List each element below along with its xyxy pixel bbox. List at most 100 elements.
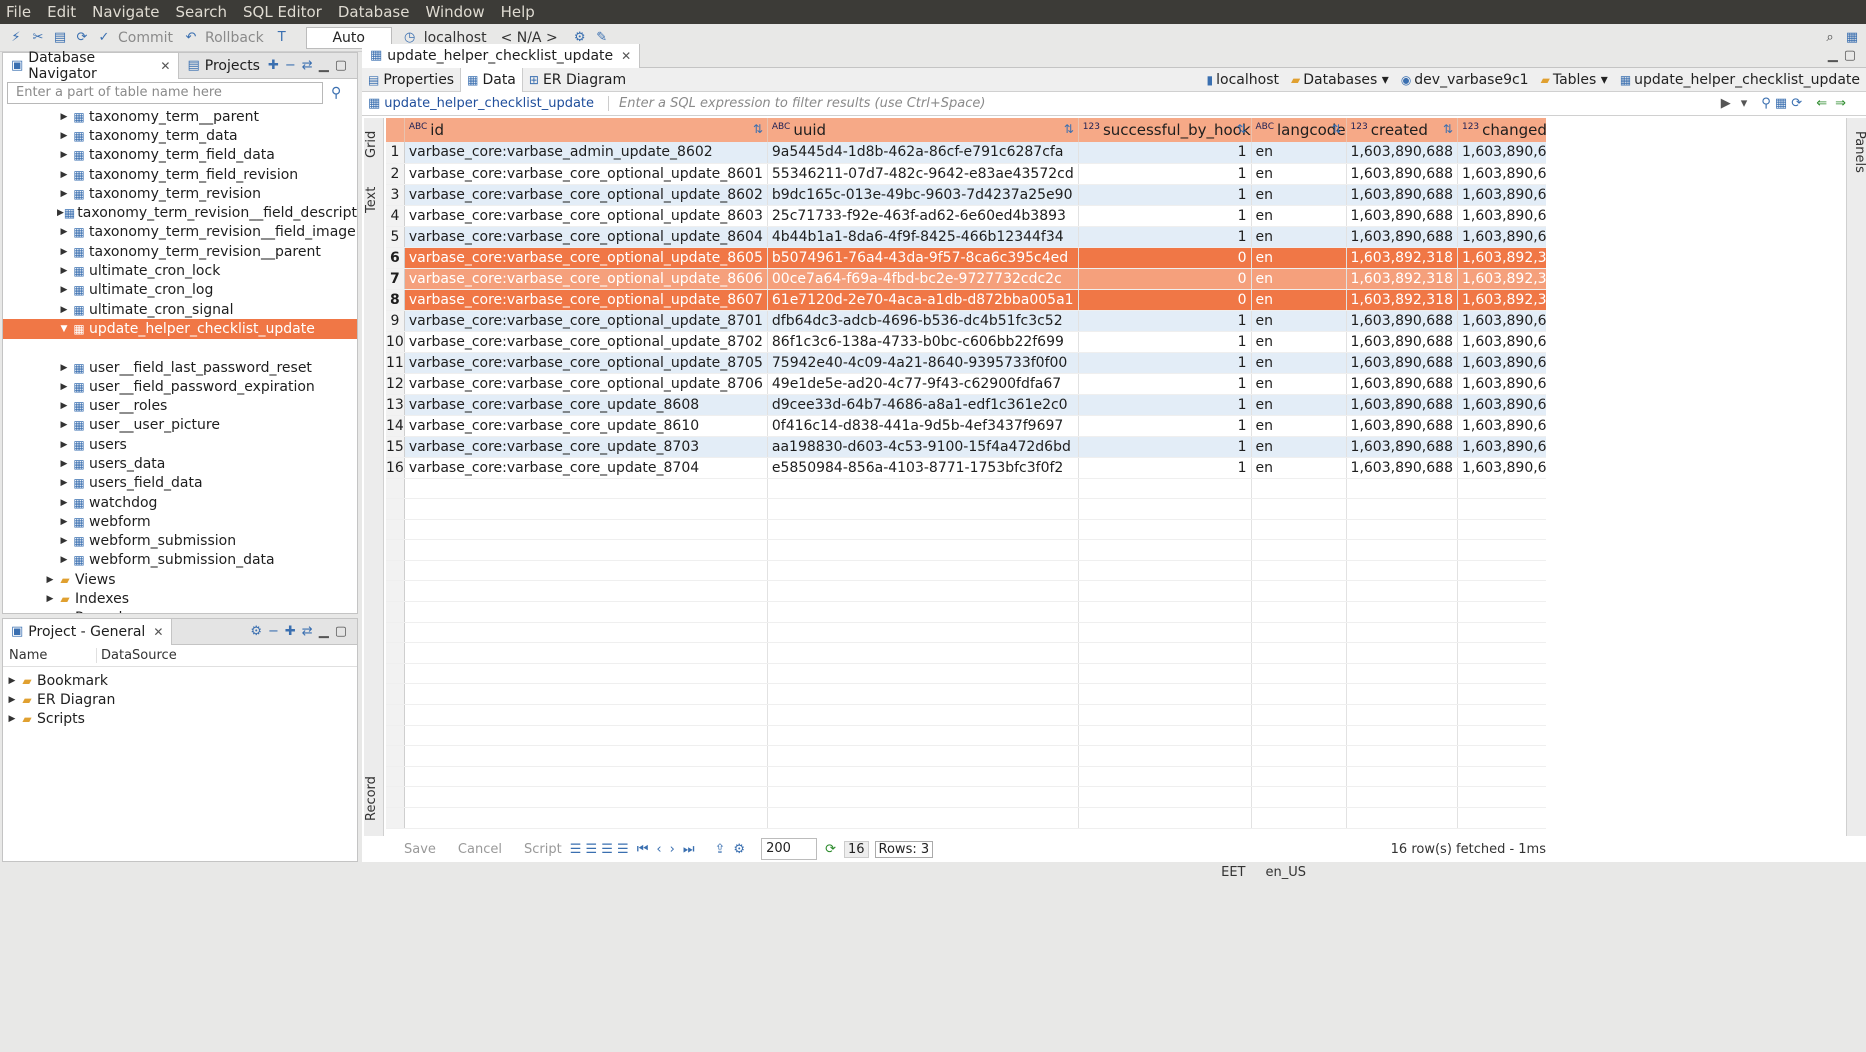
row-number[interactable]: 3 [386, 184, 405, 206]
column-datasource[interactable]: DataSource [97, 648, 177, 663]
tab-properties[interactable]: ▤ Properties [362, 68, 460, 92]
cell-lang[interactable]: en [1251, 457, 1347, 479]
column-header-langcode[interactable]: ABC langcode ⇅ [1251, 118, 1347, 142]
table-row[interactable]: 5 varbase_core:varbase_core_optional_upda… [386, 226, 1546, 248]
menu-item-navigate[interactable]: Navigate [92, 3, 159, 21]
cell-hook[interactable]: 1 [1078, 142, 1252, 164]
apply-filter-icon[interactable]: ▶ [1721, 96, 1731, 111]
cell-id[interactable]: varbase_core:varbase_core_optional_updat… [404, 163, 768, 185]
tab-panels[interactable]: Panels [1847, 124, 1866, 180]
chevron-right-icon[interactable]: ▶ [5, 695, 19, 705]
back-icon[interactable]: ⇐ [1816, 96, 1827, 111]
menu-item-search[interactable]: Search [175, 3, 227, 21]
tab-project-general[interactable]: ▣ Project - General ✕ [3, 618, 173, 645]
cell-id[interactable]: varbase_core:varbase_core_optional_updat… [404, 352, 768, 374]
script-button[interactable]: Script [524, 842, 562, 857]
tab-projects[interactable]: ▤ Projects [179, 53, 268, 79]
table-row[interactable]: 9 varbase_core:varbase_core_optional_upda… [386, 310, 1546, 332]
cell-hook[interactable]: 1 [1078, 184, 1252, 206]
cell-hook[interactable]: 1 [1078, 226, 1252, 248]
cell-uuid[interactable]: 00ce7a64-f69a-4fbd-bc2e-9727732cdc2c [767, 268, 1079, 290]
chevron-right-icon[interactable]: ▶ [57, 150, 71, 160]
cell-changed[interactable]: 1,603,890,688 [1457, 205, 1546, 227]
crumb-database[interactable]: ◉ dev_varbase9c1 [1401, 72, 1529, 88]
cell-created[interactable]: 1,603,890,688 [1346, 205, 1458, 227]
tree-item[interactable]: ▶ ▦ ultimate_cron_lock [3, 261, 357, 280]
cell-id[interactable]: varbase_core:varbase_core_optional_updat… [404, 268, 768, 290]
cell-hook[interactable]: 1 [1078, 415, 1252, 437]
row-number[interactable]: 6 [386, 247, 405, 269]
cell-hook[interactable]: 1 [1078, 352, 1252, 374]
chevron-right-icon[interactable]: ▶ [57, 555, 71, 565]
crumb-databases[interactable]: ▰ Databases ▾ [1291, 72, 1389, 88]
cell-lang[interactable]: en [1251, 163, 1347, 185]
tree-item[interactable]: ▶ ▦ watchdog [3, 493, 357, 512]
chevron-right-icon[interactable]: ▶ [57, 440, 71, 450]
cell-uuid[interactable]: 55346211-07d7-482c-9642-e83ae43572cd [767, 163, 1079, 185]
tree-item[interactable]: ▶ ▦ webform_submission [3, 532, 357, 551]
cell-lang[interactable]: en [1251, 142, 1347, 164]
cancel-button[interactable]: Cancel [458, 842, 502, 857]
chevron-right-icon[interactable]: ▶ [43, 594, 57, 604]
cell-uuid[interactable]: 75942e40-4c09-4a21-8640-9395733f0f00 [767, 352, 1079, 374]
cell-uuid[interactable]: 4b44b1a1-8da6-4f9f-8425-466b12344f34 [767, 226, 1079, 248]
tree-item[interactable]: ▶ ▦ ultimate_cron_signal [3, 300, 357, 319]
cell-created[interactable]: 1,603,890,688 [1346, 352, 1458, 374]
tree-item[interactable]: ▶ ▦ ultimate_cron_log [3, 281, 357, 300]
tree-item[interactable]: ▶ ▦ user__field_last_password_reset [3, 358, 357, 377]
table-row[interactable]: 16 varbase_core:varbase_core_update_8704 e… [386, 457, 1546, 479]
cell-uuid[interactable]: 86f1c3c6-138a-4733-b0bc-c606bb22f699 [767, 331, 1079, 353]
column-header-successful_by_hook[interactable]: 123 successful_by_hook ⇅ [1078, 118, 1252, 142]
row-number[interactable]: 13 [386, 394, 405, 416]
tree-item[interactable]: ▼ ▦ update_helper_checklist_update [3, 319, 357, 339]
cell-id[interactable]: varbase_core:varbase_core_optional_updat… [404, 247, 768, 269]
chevron-right-icon[interactable]: ▶ [57, 363, 71, 373]
row-number[interactable]: 4 [386, 205, 405, 227]
tree-item[interactable]: ▶ ▰ Indexes [3, 589, 357, 608]
cell-uuid[interactable]: 25c71733-f92e-463f-ad62-6e60ed4b3893 [767, 205, 1079, 227]
table-row[interactable]: 12 varbase_core:varbase_core_optional_upd… [386, 373, 1546, 395]
cell-uuid[interactable]: 0f416c14-d838-441a-9d5b-4ef3437f9697 [767, 415, 1079, 437]
crumb-tables[interactable]: ▰ Tables ▾ [1541, 72, 1608, 88]
cell-uuid[interactable]: aa198830-d603-4c53-9100-15f4a472d6bd [767, 436, 1079, 458]
chevron-right-icon[interactable]: ▶ [57, 478, 71, 488]
cell-created[interactable]: 1,603,890,688 [1346, 310, 1458, 332]
row-number[interactable]: 14 [386, 415, 405, 437]
close-icon[interactable]: ✕ [160, 59, 170, 73]
sort-filter-icon[interactable]: ⇅ [1331, 122, 1341, 136]
save-button[interactable]: Save [404, 842, 436, 857]
crumb-table[interactable]: ▦ update_helper_checklist_update [1620, 72, 1860, 88]
project-item[interactable]: ▶ ▰ Scripts [3, 710, 357, 729]
tree-item[interactable]: ▶ ▦ taxonomy_term_revision__parent [3, 242, 357, 261]
tab-database-navigator[interactable]: ▣ Database Navigator ✕ [3, 50, 180, 82]
filter-history-icon[interactable]: ▾ [1741, 96, 1748, 111]
cell-id[interactable]: varbase_core:varbase_core_optional_updat… [404, 373, 768, 395]
cell-id[interactable]: varbase_core:varbase_core_optional_updat… [404, 226, 768, 248]
maximize-icon[interactable]: ▢ [1844, 48, 1856, 63]
close-icon[interactable]: ✕ [153, 625, 163, 639]
tree-item[interactable]: ▶ ▦ taxonomy_term_field_revision [3, 165, 357, 184]
column-header-created[interactable]: 123 created ⇅ [1346, 118, 1458, 142]
row-number[interactable]: 15 [386, 436, 405, 458]
chevron-right-icon[interactable]: ▶ [57, 189, 71, 199]
menu-item-window[interactable]: Window [425, 3, 484, 21]
row-number[interactable]: 9 [386, 310, 405, 332]
sort-filter-icon[interactable]: ⇅ [1236, 122, 1246, 136]
cell-changed[interactable]: 1,603,890,688 [1457, 373, 1546, 395]
chevron-right-icon[interactable]: ▶ [43, 575, 57, 585]
tree-item[interactable]: ▶ ▦ taxonomy_term_revision__field_image [3, 223, 357, 242]
menu-item-edit[interactable]: Edit [47, 3, 76, 21]
cell-changed[interactable]: 1,603,890,688 [1457, 163, 1546, 185]
cell-uuid[interactable]: b9dc165c-013e-49bc-9603-7d4237a25e90 [767, 184, 1079, 206]
cell-id[interactable]: varbase_core:varbase_core_update_8703 [404, 436, 768, 458]
cell-changed[interactable]: 1,603,890,688 [1457, 331, 1546, 353]
cell-created[interactable]: 1,603,890,688 [1346, 457, 1458, 479]
fetch-size-input[interactable]: 200 [761, 838, 818, 860]
connect-icon[interactable]: ⚡ [8, 30, 24, 46]
tree-item[interactable]: ▶ ▦ taxonomy_term_revision__field_descript… [3, 203, 357, 222]
table-row[interactable]: 4 varbase_core:varbase_core_optional_upda… [386, 205, 1546, 227]
cell-changed[interactable]: 1,603,892,318 [1457, 247, 1546, 269]
tree-item[interactable]: ▶ ▦ taxonomy_term__parent [3, 107, 357, 126]
tab-er-diagram[interactable]: ⊞ ER Diagram [523, 68, 632, 92]
chevron-right-icon[interactable]: ▶ [57, 227, 71, 237]
